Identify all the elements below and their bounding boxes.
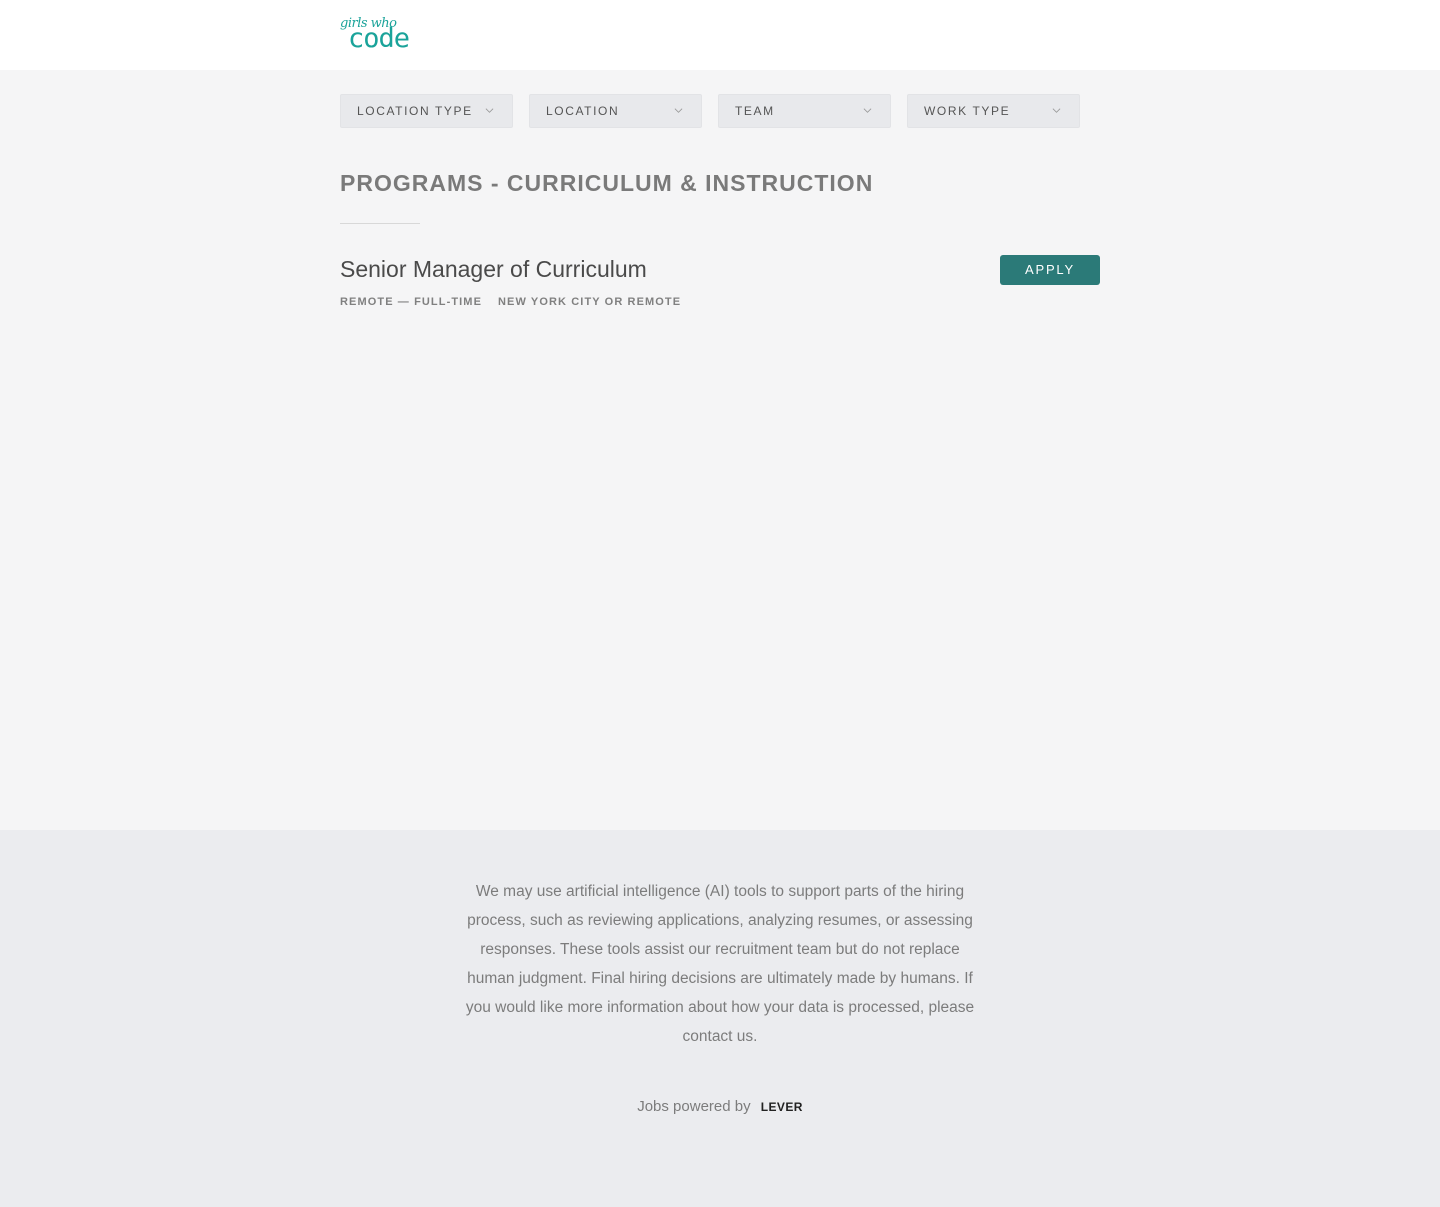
job-location: NEW YORK CITY OR REMOTE	[498, 296, 682, 308]
girls-who-code-logo[interactable]: girls who code	[340, 16, 426, 54]
chevron-down-icon	[1052, 108, 1061, 113]
filter-team[interactable]: TEAM	[718, 94, 891, 128]
filter-location-type[interactable]: LOCATION TYPE	[340, 94, 513, 128]
job-posting-title[interactable]: Senior Manager of Curriculum	[340, 256, 647, 283]
header-bar: girls who code	[0, 0, 1440, 70]
filter-location[interactable]: LOCATION	[529, 94, 702, 128]
job-work-type: REMOTE — FULL-TIME	[340, 296, 483, 308]
filter-label: TEAM	[735, 104, 775, 118]
team-section-title: PROGRAMS - CURRICULUM & INSTRUCTION	[340, 170, 874, 196]
filter-label: LOCATION TYPE	[357, 104, 473, 118]
chevron-down-icon	[485, 108, 494, 113]
powered-by-text: Jobs powered by	[637, 1098, 751, 1115]
logo-big-text: code	[348, 23, 410, 54]
section-divider	[340, 223, 420, 224]
filter-label: WORK TYPE	[924, 104, 1011, 118]
filter-bar: LOCATION TYPE LOCATION TEAM WORK TYPE	[340, 94, 1100, 128]
chevron-down-icon	[863, 108, 872, 113]
filter-work-type[interactable]: WORK TYPE	[907, 94, 1080, 128]
ai-disclaimer-text: We may use artificial intelligence (AI) …	[465, 883, 975, 1045]
page-footer: We may use artificial intelligence (AI) …	[0, 830, 1440, 1207]
apply-button[interactable]: APPLY	[1000, 255, 1100, 285]
lever-logo-link[interactable]: LEVER	[761, 1100, 803, 1114]
filter-label: LOCATION	[546, 104, 620, 118]
powered-by: Jobs powered by LEVER	[0, 1098, 1440, 1115]
chevron-down-icon	[674, 108, 683, 113]
